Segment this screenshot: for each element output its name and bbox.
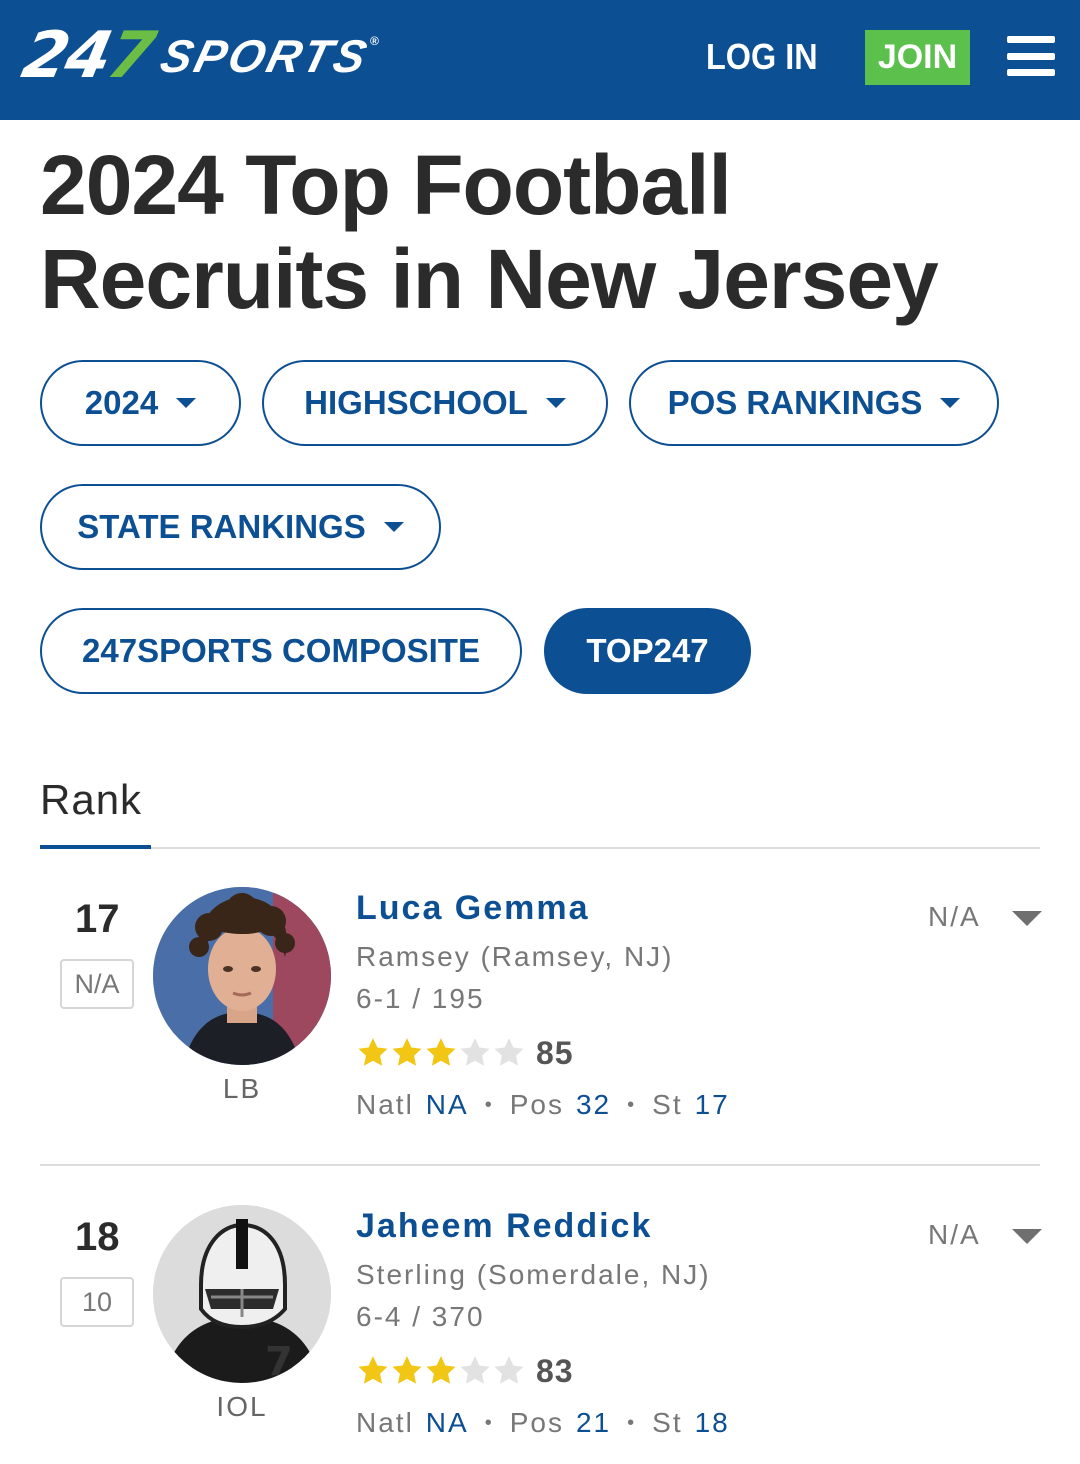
star-filled-icon [426,1038,456,1066]
247sports-logo[interactable]: 247 SPORTS ® [16,19,379,93]
player-name-link[interactable]: Jaheem Reddick [356,1207,652,1246]
separator-dot: • [627,1093,637,1116]
player-row: 17 N/A LB Luca Gemma Ramsey (Ramsey, NJ)… [40,887,1042,1205]
separator-dot: • [627,1411,637,1434]
player-avatar[interactable] [153,887,331,1065]
composite-toggle-label: 247SPORTS COMPOSITE [82,632,480,669]
position-rankings-label: POS RANKINGS [667,384,923,421]
state-rankings-label: STATE RANKINGS [77,508,366,545]
caret-down-icon [940,398,961,408]
star-filled-icon [358,1038,388,1066]
caret-down-icon [176,398,197,408]
star-empty-icon [494,1038,524,1066]
position-rank-value[interactable]: 32 [576,1089,611,1121]
star-filled-icon [358,1356,388,1384]
previous-rank-badge: N/A [60,959,134,1009]
star-empty-icon [460,1038,490,1066]
hamburger-menu-icon[interactable] [1007,36,1055,76]
player-avatar-placeholder[interactable]: 7 [153,1205,331,1383]
player-school: Sterling (Somerdale, NJ) [356,1259,711,1290]
player-row: 18 10 7 IOL Jaheem Reddick Sterling (Som… [40,1205,1042,1464]
top-navigation-bar: 247 SPORTS ® LOG IN JOIN [0,0,1080,120]
caret-down-icon [545,398,566,408]
position-rank-label: Pos [509,1407,564,1438]
join-button[interactable]: JOIN [865,30,970,85]
national-rank-value[interactable]: NA [426,1089,469,1121]
separator-dot: • [484,1093,494,1116]
rating-score: 83 [536,1352,574,1389]
state-rank-label: St [652,1407,683,1438]
state-rankings-dropdown[interactable]: STATE RANKINGS [40,484,441,570]
player-name-link[interactable]: Luca Gemma [356,889,590,928]
position-label: IOL [216,1391,268,1422]
commit-status: N/A [928,901,981,932]
player-height-weight: 6-4 / 370 [356,1301,485,1332]
star-rating: 85 [356,1033,574,1073]
caret-down-icon [383,522,404,532]
rating-score: 85 [536,1034,574,1071]
year-filter-dropdown[interactable]: 2024 [40,360,241,446]
state-rank-value[interactable]: 18 [695,1407,730,1439]
rank-number: 17 [75,897,120,941]
top247-toggle[interactable]: TOP247 [544,608,751,694]
previous-rank-badge: 10 [60,1277,134,1327]
star-filled-icon [392,1356,422,1384]
star-empty-icon [460,1356,490,1384]
commit-status: N/A [928,1219,981,1250]
tab-rank[interactable]: Rank [40,776,142,824]
year-filter-label: 2024 [84,384,159,421]
level-filter-dropdown[interactable]: HIGHSCHOOL [262,360,608,446]
separator-dot: • [484,1411,494,1434]
position-rankings-dropdown[interactable]: POS RANKINGS [629,360,999,446]
national-rank-label: Natl [356,1089,414,1120]
position-rank-label: Pos [509,1089,564,1120]
player-rankings: Natl NA • Pos 21 • St 18 [356,1407,730,1439]
page-title: 2024 Top Football Recruits in New Jersey [40,138,939,326]
top247-toggle-label: TOP247 [586,632,709,669]
position-label: LB [222,1073,262,1104]
star-rating: 83 [356,1351,574,1391]
level-filter-label: HIGHSCHOOL [304,384,528,421]
star-empty-icon [494,1356,524,1384]
logo-digits: 247 [16,19,160,93]
state-rank-value[interactable]: 17 [695,1089,730,1121]
rank-number: 18 [75,1215,120,1259]
national-rank-label: Natl [356,1407,414,1438]
national-rank-value[interactable]: NA [426,1407,469,1439]
player-rankings: Natl NA • Pos 32 • St 17 [356,1089,730,1121]
player-height-weight: 6-1 / 195 [356,983,485,1014]
star-filled-icon [426,1356,456,1384]
expand-chevron-icon[interactable] [1012,911,1042,926]
star-filled-icon [392,1038,422,1066]
composite-toggle[interactable]: 247SPORTS COMPOSITE [40,608,522,694]
tab-divider [40,847,1040,849]
active-tab-indicator [40,845,151,849]
login-button[interactable]: LOG IN [706,36,818,78]
player-school: Ramsey (Ramsey, NJ) [356,941,674,972]
expand-chevron-icon[interactable] [1012,1229,1042,1244]
position-rank-value[interactable]: 21 [576,1407,611,1439]
state-rank-label: St [652,1089,683,1120]
logo-word: SPORTS [155,30,375,82]
row-divider [40,1164,1040,1166]
svg-text:7: 7 [265,1339,293,1383]
